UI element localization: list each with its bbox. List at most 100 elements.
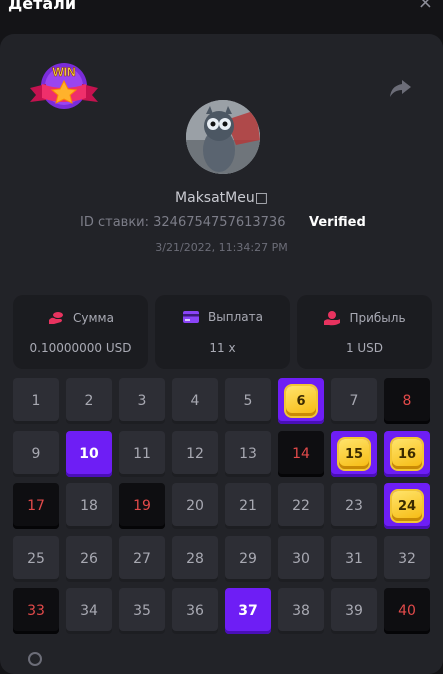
board-cell-13[interactable]: 13	[225, 431, 271, 477]
board-cell-number: 20	[186, 498, 204, 514]
gem-icon: 16	[392, 439, 422, 469]
board-cell-number: 21	[239, 498, 257, 514]
board-cell-number: 34	[80, 603, 98, 619]
board-cell-3[interactable]: 3	[119, 378, 165, 424]
board-cell-number: 35	[133, 603, 151, 619]
board-cell-39[interactable]: 39	[331, 588, 377, 634]
stat-amount-value: 0.10000000 USD	[29, 341, 132, 355]
board-cell-number: 28	[186, 551, 204, 567]
stat-amount: Сумма 0.10000000 USD	[13, 295, 148, 369]
modal-header: Детали ×	[0, 0, 443, 22]
board-cell-37[interactable]: 37	[225, 588, 271, 634]
board-cell-36[interactable]: 36	[172, 588, 218, 634]
board-cell-19[interactable]: 19	[119, 483, 165, 529]
board-cell-10[interactable]: 10	[66, 431, 112, 477]
board-cell-number: 36	[186, 603, 204, 619]
board-cell-number: 18	[80, 498, 98, 514]
board-cell-number: 32	[398, 551, 416, 567]
board-cell-number: 17	[27, 498, 45, 514]
board-cell-number: 22	[292, 498, 310, 514]
board-cell-number: 10	[79, 446, 99, 462]
board-cell-26[interactable]: 26	[66, 536, 112, 582]
board-cell-number: 14	[292, 446, 310, 462]
board-cell-number: 29	[239, 551, 257, 567]
stat-amount-label: Сумма	[73, 311, 114, 325]
share-icon[interactable]	[386, 74, 414, 102]
win-badge-text: WIN	[52, 65, 75, 79]
board-cell-5[interactable]: 5	[225, 378, 271, 424]
board-cell-21[interactable]: 21	[225, 483, 271, 529]
hand-coin-icon	[324, 311, 341, 326]
board-cell-number: 26	[80, 551, 98, 567]
gem-icon: 15	[339, 439, 369, 469]
avatar	[186, 100, 260, 174]
board-cell-38[interactable]: 38	[278, 588, 324, 634]
board-cell-2[interactable]: 2	[66, 378, 112, 424]
stat-payout-label: Выплата	[208, 310, 263, 324]
board-cell-number: 31	[345, 551, 363, 567]
board-cell-40[interactable]: 40	[384, 588, 430, 634]
board-cell-25[interactable]: 25	[13, 536, 59, 582]
modal-title: Детали	[8, 0, 77, 13]
board-cell-20[interactable]: 20	[172, 483, 218, 529]
board-cell-number: 11	[133, 446, 151, 462]
board-cell-24[interactable]: 24	[384, 483, 430, 529]
board-cell-number: 23	[345, 498, 363, 514]
board-cell-number: 3	[137, 393, 147, 409]
gem-icon: 24	[392, 491, 422, 521]
bet-id: ID ставки: 3246754757613736	[80, 215, 286, 230]
board-cell-31[interactable]: 31	[331, 536, 377, 582]
board-cell-number: 33	[27, 603, 45, 619]
board-cell-4[interactable]: 4	[172, 378, 218, 424]
coins-icon	[49, 312, 64, 324]
bet-datetime: 3/21/2022, 11:34:27 PM	[155, 241, 288, 254]
board-cell-28[interactable]: 28	[172, 536, 218, 582]
board-cell-number: 4	[190, 393, 200, 409]
board-cell-number: 39	[345, 603, 363, 619]
board-cell-12[interactable]: 12	[172, 431, 218, 477]
stat-payout-value: 11 x	[209, 341, 236, 355]
board-cell-number: 40	[398, 603, 416, 619]
board-cell-23[interactable]: 23	[331, 483, 377, 529]
board-cell-number: 8	[402, 393, 412, 409]
board-cell-number: 12	[186, 446, 204, 462]
board-cell-8[interactable]: 8	[384, 378, 430, 424]
board-cell-number: 30	[292, 551, 310, 567]
board-cell-number: 38	[292, 603, 310, 619]
board-cell-17[interactable]: 17	[13, 483, 59, 529]
board-cell-9[interactable]: 9	[13, 431, 59, 477]
board-cell-22[interactable]: 22	[278, 483, 324, 529]
stat-profit-label: Прибыль	[349, 311, 406, 325]
board-cell-27[interactable]: 27	[119, 536, 165, 582]
info-icon[interactable]	[28, 652, 42, 666]
stat-profit-value: 1 USD	[345, 341, 384, 355]
board-cell-1[interactable]: 1	[13, 378, 59, 424]
board-cell-number: 13	[239, 446, 257, 462]
stat-profit: Прибыль 1 USD	[297, 295, 432, 369]
gem-icon: 6	[286, 386, 316, 416]
board-cell-number: 27	[133, 551, 151, 567]
board-cell-number: 7	[349, 393, 359, 409]
board-cell-14[interactable]: 14	[278, 431, 324, 477]
board-cell-11[interactable]: 11	[119, 431, 165, 477]
close-icon[interactable]: ×	[418, 0, 433, 13]
verified-link[interactable]: Verified	[309, 215, 366, 230]
card-icon	[183, 311, 200, 323]
board-cell-number: 5	[243, 393, 253, 409]
board-cell-number: 1	[31, 393, 41, 409]
board-cell-16[interactable]: 16	[384, 431, 430, 477]
board-cell-30[interactable]: 30	[278, 536, 324, 582]
board-cell-7[interactable]: 7	[331, 378, 377, 424]
username: MaksatMeu□	[175, 190, 268, 206]
board-cell-18[interactable]: 18	[66, 483, 112, 529]
board-cell-6[interactable]: 6	[278, 378, 324, 424]
board-cell-number: 25	[27, 551, 45, 567]
board-cell-32[interactable]: 32	[384, 536, 430, 582]
board-cell-29[interactable]: 29	[225, 536, 271, 582]
board-cell-15[interactable]: 15	[331, 431, 377, 477]
stat-payout: Выплата 11 x	[155, 295, 290, 369]
board-cell-number: 2	[84, 393, 94, 409]
board-cell-33[interactable]: 33	[13, 588, 59, 634]
board-cell-35[interactable]: 35	[119, 588, 165, 634]
board-cell-34[interactable]: 34	[66, 588, 112, 634]
